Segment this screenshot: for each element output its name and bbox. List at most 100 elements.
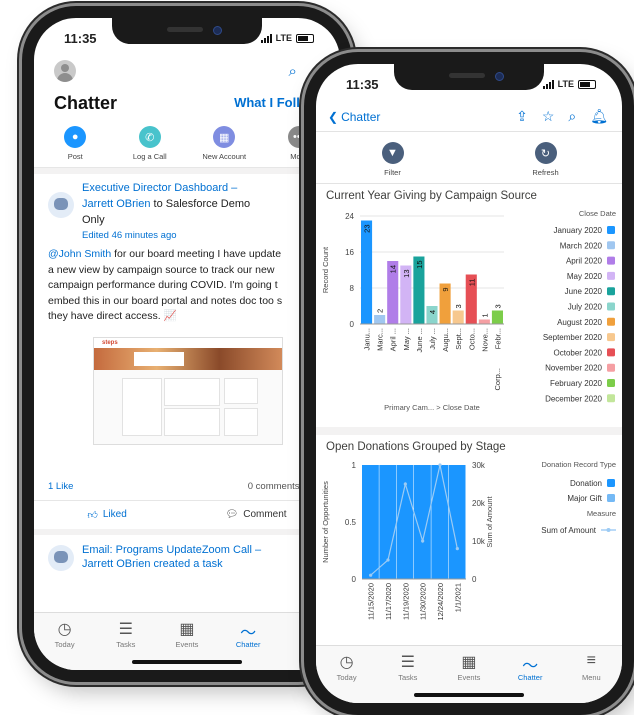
giving-chart: 081624Record Count23Janu...2Marc...14Apr… <box>321 209 616 412</box>
legend-swatch <box>607 241 615 250</box>
y-axis-label: Record Count <box>321 246 330 293</box>
page-title: Chatter <box>54 92 118 113</box>
home-indicator <box>414 693 524 697</box>
liked-button[interactable]: 👍︎ Liked <box>87 509 126 521</box>
like-count[interactable]: 1 Like <box>48 481 73 492</box>
refresh-button[interactable]: ↻ Refresh <box>506 142 586 177</box>
pulse-icon: 〜 <box>522 658 539 675</box>
x-tick-label: 11/17/2020 <box>384 583 393 620</box>
legend-entry: June 2020 <box>565 287 603 296</box>
legend-swatch <box>607 317 615 326</box>
tab-label: Chatter <box>517 673 543 682</box>
clock-icon: ◷ <box>339 654 354 671</box>
tab-label: Tasks <box>116 640 136 649</box>
x-tick-label: June ... <box>415 328 424 353</box>
marketing-composite: 11:35 LTE ⌕ 🔔︎ Chatter What I Follow ▾ ●… <box>0 0 634 715</box>
tab-label: Today <box>336 673 357 682</box>
comment-label: Comment <box>243 509 287 520</box>
share-icon[interactable]: ⇪ <box>516 108 528 125</box>
search-icon[interactable]: ⌕ <box>289 63 297 80</box>
action-log-a-call[interactable]: ✆ Log a Call <box>115 126 185 161</box>
action-label: Post <box>67 152 83 161</box>
author-avatar[interactable] <box>48 192 74 218</box>
bar <box>452 310 464 324</box>
y-tick-label: 16 <box>345 248 354 257</box>
filter-icon: ▼ <box>381 142 404 164</box>
chart-title: Current Year Giving by Campaign Source <box>326 190 537 202</box>
x-tick-label: July ... <box>428 328 437 350</box>
tasks-icon: ☰ <box>118 621 133 638</box>
legend-swatch <box>607 494 615 502</box>
data-label: 14 <box>389 265 398 273</box>
legend-swatch <box>607 271 615 280</box>
thumbs-up-icon: 👍︎ <box>87 509 98 521</box>
bar <box>396 465 414 579</box>
y-tick-label: 8 <box>350 284 355 293</box>
mention-link[interactable]: @John Smith <box>48 248 111 260</box>
bell-icon[interactable]: 🔔︎ <box>590 108 608 125</box>
filter-button[interactable]: ▼ Filter <box>353 142 433 177</box>
back-button[interactable]: ❮ Chatter <box>328 110 380 124</box>
data-label: 2 <box>376 309 385 313</box>
line-point <box>438 463 442 467</box>
status-time: 11:35 <box>346 76 379 92</box>
calendar-icon: ▦ <box>179 621 195 638</box>
tool-label: Filter <box>384 168 401 177</box>
calendar-icon: ▦ <box>461 654 477 671</box>
action-label: New Account <box>202 152 247 161</box>
post-actions: 👍︎ Liked 💬︎ Comment <box>34 501 340 529</box>
feed-post-2: Email: Programs UpdateZoom Call – Jarret… <box>34 535 340 571</box>
y-axis-label: Number of Opportunities <box>321 481 330 563</box>
legend-entry: March 2020 <box>560 241 603 250</box>
search-icon[interactable]: ⌕ <box>568 108 576 125</box>
legend-entry: Donation <box>570 479 602 488</box>
action-post[interactable]: ● Post <box>40 126 110 161</box>
menu-icon: ≡ <box>586 652 597 669</box>
x-tick-label: Nove... <box>480 328 489 352</box>
x-tick-label: Augu... <box>441 328 450 352</box>
dashboard-screen: 11:35 LTE ❮ Chatter ⇪ ☆ ⌕ 🔔︎ ▼ Filter ↻ Refr… <box>316 64 622 703</box>
bar <box>431 465 449 579</box>
engagement-row: 1 Like 0 comments · 1 vie <box>34 451 340 501</box>
y2-tick-label: 20k <box>472 499 486 508</box>
line-point <box>386 558 390 562</box>
post-body-line: a new view by campaign source to track o… <box>48 263 275 276</box>
legend-swatch <box>607 302 615 311</box>
y-tick-label: 1 <box>352 461 357 470</box>
post-timestamp[interactable]: Edited 46 minutes ago <box>82 230 250 241</box>
x-tick-label: Octo... <box>467 328 476 350</box>
legend-swatch <box>607 479 615 487</box>
author-link[interactable]: Jarrett OBrien <box>82 198 150 210</box>
post-body-line: campaign performance during COVID. I'm g… <box>48 279 278 291</box>
star-icon[interactable]: ☆ <box>542 108 555 125</box>
legend-entry: December 2020 <box>545 394 602 403</box>
post-header: Executive Director Dashboard – Jarrett O… <box>82 180 250 228</box>
back-label: Chatter <box>341 109 381 124</box>
post-subtitle[interactable]: Jarrett OBrien created a task <box>82 557 261 571</box>
post-title-link[interactable]: Email: Programs UpdateZoom Call – <box>82 543 261 557</box>
bar <box>379 465 397 579</box>
phone-right: 11:35 LTE ❮ Chatter ⇪ ☆ ⌕ 🔔︎ ▼ Filter ↻ Refr… <box>304 52 634 715</box>
author-avatar[interactable] <box>48 544 74 571</box>
y-tick-label: 0 <box>350 320 355 329</box>
nav-bar: ❮ Chatter ⇪ ☆ ⌕ 🔔︎ <box>316 98 622 132</box>
dashboard-thumbnail[interactable]: steps <box>93 336 283 445</box>
tasks-icon: ☰ <box>400 654 415 671</box>
post-body-line: for our board meeting I have update <box>111 248 282 260</box>
comment-button[interactable]: 💬︎ Comment <box>226 509 287 521</box>
legend-entry: September 2020 <box>543 333 603 342</box>
tab-menu[interactable]: ≡ Menu <box>563 652 619 703</box>
publisher-actions: ● Post ✆ Log a Call ▦ New Account ••• More <box>34 116 340 168</box>
y2-tick-label: 0 <box>472 575 477 584</box>
post-target: to Salesforce Demo <box>150 198 251 210</box>
data-label: 4 <box>428 310 437 314</box>
dashboard-toolbar: ▼ Filter ↻ Refresh <box>316 132 622 184</box>
tab-today[interactable]: ◷ Today <box>319 652 375 703</box>
post-title-link[interactable]: Executive Director Dashboard – <box>82 182 237 194</box>
action-new-account[interactable]: ▦ New Account <box>189 126 259 161</box>
avatar[interactable] <box>54 60 76 82</box>
x-tick-label: 11/30/2020 <box>419 583 428 620</box>
tab-label: Tasks <box>398 673 418 682</box>
tab-today[interactable]: ◷ Today <box>37 619 93 670</box>
data-label: 23 <box>363 225 372 233</box>
